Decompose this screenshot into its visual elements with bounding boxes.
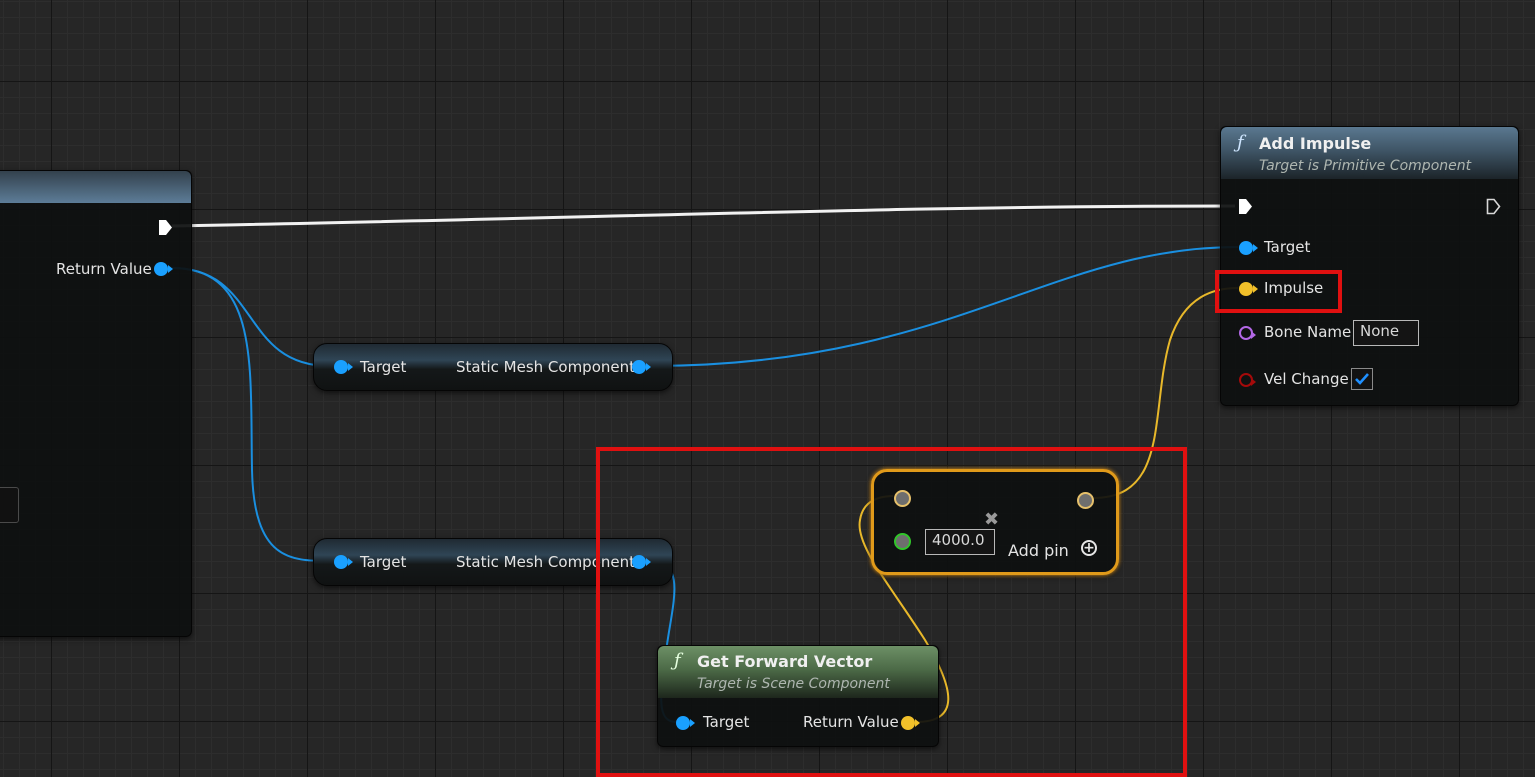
cast1-target-pin[interactable] bbox=[334, 360, 353, 374]
exec-out-pin[interactable] bbox=[158, 219, 173, 236]
multiply-node[interactable]: ✖ 4000.0 Add pin + bbox=[871, 469, 1119, 575]
cast1-output-label: Static Mesh Component bbox=[456, 358, 636, 376]
bone-name-input[interactable]: None bbox=[1353, 320, 1419, 346]
multiply-output-pin[interactable] bbox=[1077, 492, 1094, 509]
forward-return-pin[interactable] bbox=[901, 716, 920, 730]
impulse-target-label: Target bbox=[1264, 238, 1311, 256]
cast2-target-label: Target bbox=[360, 553, 407, 571]
static-mesh-cast-node-2[interactable]: Target Static Mesh Component bbox=[313, 538, 673, 586]
bone-name-label: Bone Name bbox=[1264, 323, 1352, 341]
exec-in-pin[interactable] bbox=[1238, 198, 1253, 215]
return-to-cast2-wire[interactable] bbox=[171, 267, 331, 562]
cast2-output-pin[interactable] bbox=[632, 555, 651, 569]
event-node[interactable]: Return Value bbox=[0, 170, 192, 637]
add-impulse-subtitle: Target is Primitive Component bbox=[1259, 158, 1472, 174]
cast2-target-pin[interactable] bbox=[334, 555, 353, 569]
return-value-label: Return Value bbox=[56, 260, 152, 278]
bone-name-pin[interactable] bbox=[1239, 326, 1256, 340]
add-impulse-title: Add Impulse bbox=[1259, 134, 1372, 153]
vel-change-checkbox[interactable] bbox=[1351, 368, 1373, 390]
multiply-input-b-pin[interactable] bbox=[894, 533, 911, 550]
exec-out-pin-hollow[interactable] bbox=[1486, 198, 1501, 215]
checkmark-icon bbox=[1355, 373, 1369, 385]
cast1-target-label: Target bbox=[360, 358, 407, 376]
function-icon: ƒ bbox=[1237, 132, 1244, 153]
get-forward-vector-subtitle: Target is Scene Component bbox=[697, 676, 890, 692]
cast1-output-pin[interactable] bbox=[632, 360, 651, 374]
return-value-pin[interactable] bbox=[154, 262, 173, 276]
get-forward-vector-node[interactable]: ƒ Get Forward Vector Target is Scene Com… bbox=[657, 645, 939, 747]
forward-target-label: Target bbox=[703, 713, 750, 731]
multiply-value-input[interactable]: 4000.0 bbox=[925, 529, 995, 555]
vel-change-label: Vel Change bbox=[1264, 370, 1349, 388]
add-pin-label[interactable]: Add pin bbox=[1008, 541, 1069, 560]
add-impulse-node[interactable]: ƒ Add Impulse Target is Primitive Compon… bbox=[1220, 126, 1519, 406]
forward-return-label: Return Value bbox=[803, 713, 899, 731]
multiply-input-a-pin[interactable] bbox=[894, 490, 911, 507]
get-forward-vector-title: Get Forward Vector bbox=[697, 652, 873, 671]
partial-input-box[interactable] bbox=[0, 487, 19, 523]
cast2-output-label: Static Mesh Component bbox=[456, 553, 636, 571]
cast1-to-target-wire[interactable] bbox=[649, 246, 1239, 367]
event-node-header bbox=[0, 171, 191, 203]
vel-change-pin[interactable] bbox=[1239, 373, 1256, 387]
static-mesh-cast-node-1[interactable]: Target Static Mesh Component bbox=[313, 343, 673, 391]
add-pin-icon[interactable]: + bbox=[1081, 540, 1097, 556]
impulse-target-pin[interactable] bbox=[1239, 241, 1258, 255]
impulse-vector-pin[interactable] bbox=[1239, 282, 1258, 296]
forward-target-pin[interactable] bbox=[676, 716, 695, 730]
function-icon: ƒ bbox=[674, 650, 681, 671]
exec-wire[interactable] bbox=[171, 204, 1236, 228]
impulse-label: Impulse bbox=[1264, 279, 1324, 297]
return-to-cast1-wire[interactable] bbox=[171, 267, 331, 367]
multiply-operator-icon: ✖ bbox=[984, 509, 1000, 530]
multiply-to-impulse-wire[interactable] bbox=[1092, 287, 1239, 499]
